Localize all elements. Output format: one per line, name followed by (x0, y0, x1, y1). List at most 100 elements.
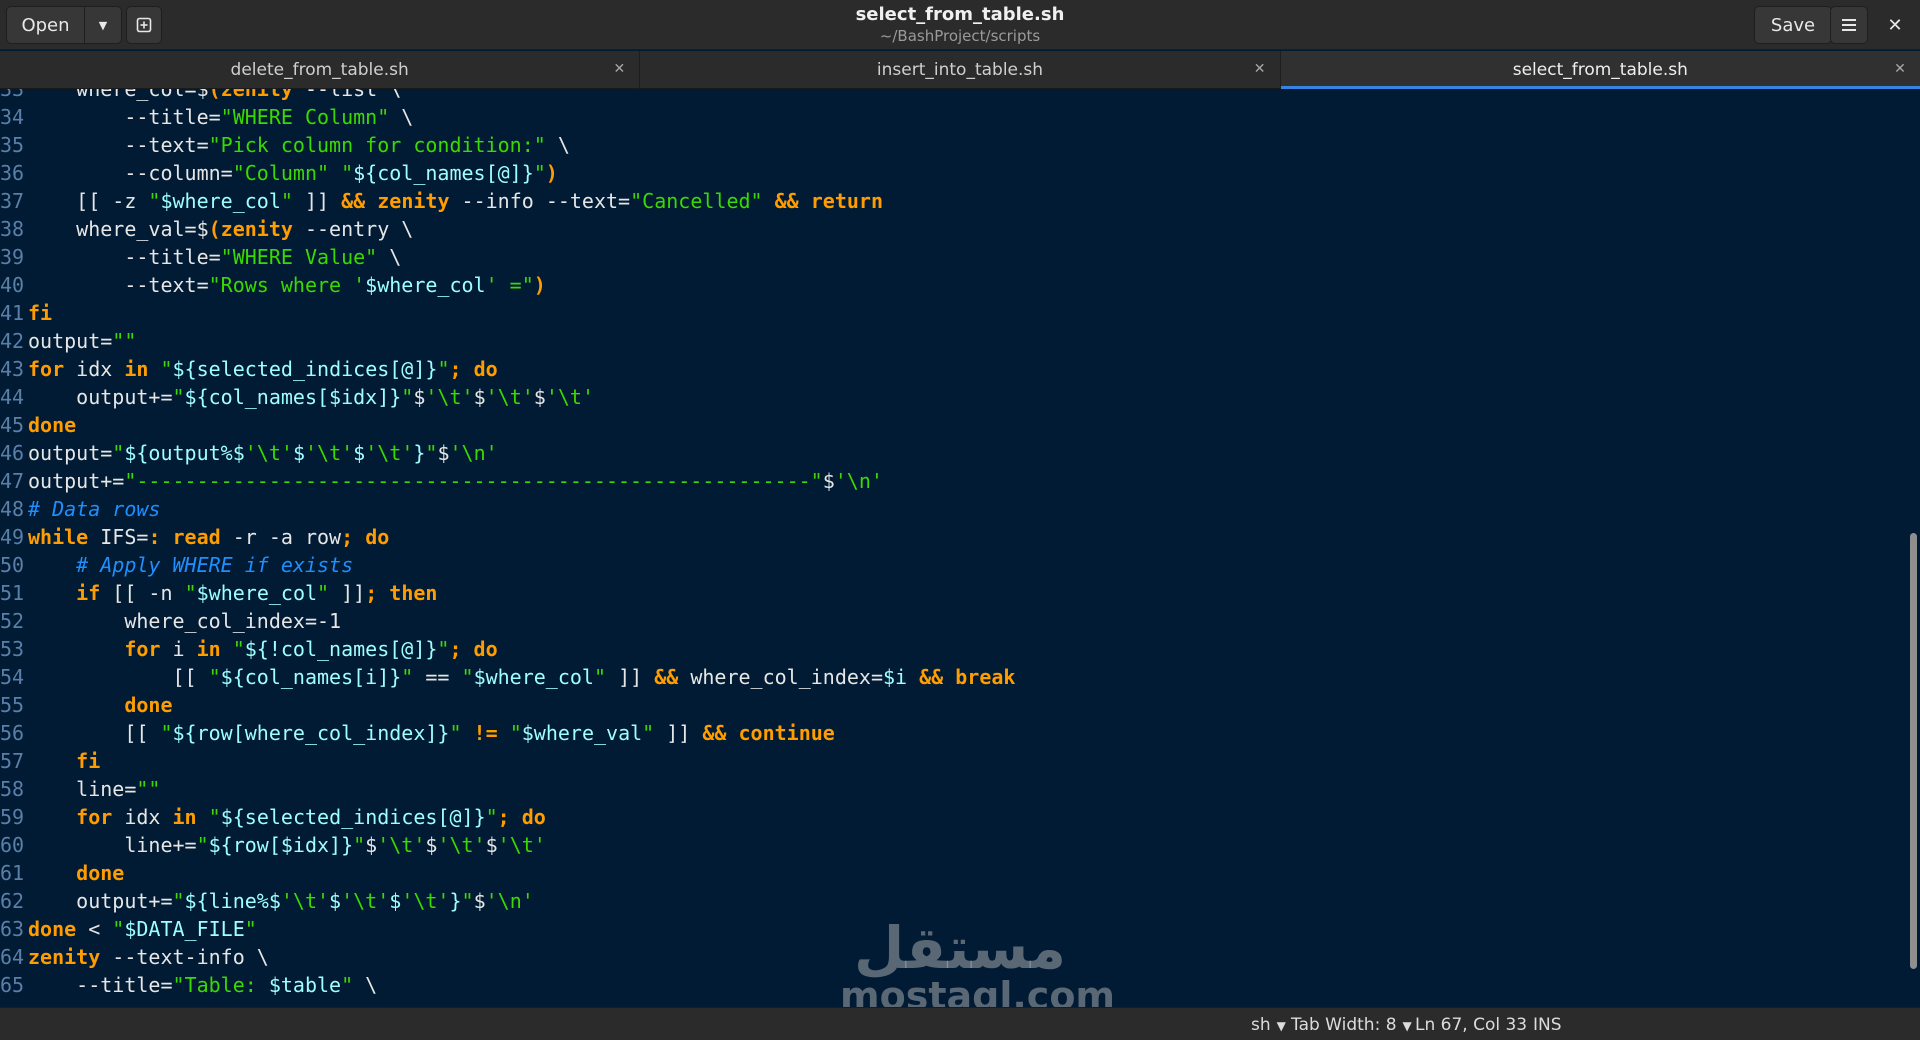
line-number: 64 (0, 945, 25, 969)
line-number: 37 (0, 189, 25, 213)
language-label: sh (1251, 1015, 1271, 1035)
code-area[interactable]: 33 where_col=$(zenity --list \ 34 --title… (0, 89, 1906, 999)
line-code: if [[ -n "$where_col" ]]; then (76, 581, 438, 605)
tab-label: delete_from_table.sh (230, 60, 409, 80)
code-line[interactable]: 57 fi (0, 747, 1906, 775)
code-line[interactable]: 61 done (0, 859, 1906, 887)
line-number: 47 (0, 469, 25, 493)
tab-width-label: Tab Width: 8 (1291, 1015, 1397, 1035)
watermark-arabic: مستقل (853, 914, 1067, 982)
line-code: fi (28, 301, 53, 325)
code-editor[interactable]: 33 where_col=$(zenity --list \ 34 --title… (0, 89, 1906, 1007)
line-code: [[ -z "$where_col" ]] && zenity --info -… (28, 189, 883, 213)
line-number: 65 (0, 973, 25, 997)
line-code: for idx in "${selected_indices[@]}"; do (76, 805, 546, 829)
insert-mode-indicator: INS (1533, 1015, 1562, 1035)
status-bar: sh ▼ Tab Width: 8 ▼ Ln 67, Col 33 INS (0, 1007, 1920, 1040)
line-code: for i in "${!col_names[@]}"; do (124, 637, 498, 661)
line-number: 60 (0, 833, 25, 857)
tab-insert-into-table-sh[interactable]: insert_into_table.sh ✕ (640, 51, 1281, 89)
code-line[interactable]: 49 while IFS=: read -r -a row; do (0, 523, 1906, 551)
line-code: output="" (28, 329, 137, 353)
line-number: 48 (0, 497, 25, 521)
code-line[interactable]: 55 done (0, 691, 1906, 719)
chevron-down-icon: ▼ (1402, 1019, 1412, 1033)
chevron-down-icon: ▼ (1276, 1019, 1286, 1033)
code-line[interactable]: 46 output="${output%$'\t'$'\t'$'\t'}"$'\n… (0, 439, 1906, 467)
code-line[interactable]: 44 output+="${col_names[$idx]}"$'\t'$'\t… (0, 383, 1906, 411)
code-line[interactable]: 45 done (0, 411, 1906, 439)
scrollbar-thumb[interactable] (1910, 533, 1917, 969)
cursor-position[interactable]: Ln 67, Col 33 (1415, 1015, 1527, 1035)
window-subtitle: ~/BashProject/scripts (879, 27, 1041, 45)
code-line[interactable]: 39 --title="WHERE Value" \ (0, 243, 1906, 271)
line-code: [[ "${row[where_col_index]}" != "$where_… (28, 721, 835, 745)
code-line[interactable]: 40 --text="Rows where '$where_col' =") (0, 271, 1906, 299)
close-tab-icon[interactable]: ✕ (611, 61, 627, 77)
line-number: 44 (0, 385, 25, 409)
line-number: 50 (0, 553, 25, 577)
tab-width-selector[interactable]: Tab Width: 8 ▼ (1291, 1015, 1412, 1035)
main-menu-button[interactable] (1830, 6, 1868, 44)
line-number: 34 (0, 105, 25, 129)
code-line[interactable]: 43 for idx in "${selected_indices[@]}"; d… (0, 355, 1906, 383)
line-number: 46 (0, 441, 25, 465)
line-code: fi (76, 749, 101, 773)
tab-label: insert_into_table.sh (876, 60, 1044, 80)
code-line[interactable]: 36 --column="Column" "${col_names[@]}") (0, 159, 1906, 187)
code-line[interactable]: 34 --title="WHERE Column" \ (0, 103, 1906, 131)
tab-label: select_from_table.sh (1512, 60, 1688, 80)
window-title: select_from_table.sh (855, 4, 1065, 25)
line-code: while IFS=: read -r -a row; do (28, 525, 390, 549)
line-number: 43 (0, 357, 25, 381)
code-line[interactable]: 48 # Data rows (0, 495, 1906, 523)
line-number: 42 (0, 329, 25, 353)
code-line[interactable]: 62 output+="${line%$'\t'$'\t'$'\t'}"$'\n… (0, 887, 1906, 915)
line-number: 56 (0, 721, 25, 745)
code-line[interactable]: 60 line+="${row[$idx]}"$'\t'$'\t'$'\t' (0, 831, 1906, 859)
code-line[interactable]: 47 output+="-----------------------------… (0, 467, 1906, 495)
language-selector[interactable]: sh ▼ (1251, 1015, 1286, 1035)
code-line[interactable]: 51 if [[ -n "$where_col" ]]; then (0, 579, 1906, 607)
code-line[interactable]: 53 for i in "${!col_names[@]}"; do (0, 635, 1906, 663)
line-code: where_val=$(zenity --entry \ (28, 217, 414, 241)
line-code: line="" (28, 777, 161, 801)
line-code: output="${output%$'\t'$'\t'$'\t'}"$'\n' (28, 441, 498, 465)
code-line[interactable]: 33 where_col=$(zenity --list \ (0, 89, 1906, 103)
close-icon: ✕ (1887, 14, 1903, 36)
hamburger-icon (1842, 19, 1856, 31)
tab-delete-from-table-sh[interactable]: delete_from_table.sh ✕ (0, 51, 641, 89)
line-number: 55 (0, 693, 25, 717)
close-window-button[interactable]: ✕ (1878, 8, 1912, 42)
line-code: output+="${col_names[$idx]}"$'\t'$'\t'$'… (28, 385, 594, 409)
tab-select-from-table-sh[interactable]: select_from_table.sh ✕ (1280, 51, 1920, 89)
code-line[interactable]: 42 output="" (0, 327, 1906, 355)
line-number: 52 (0, 609, 25, 633)
close-tab-icon[interactable]: ✕ (1252, 61, 1268, 77)
code-line[interactable]: 50 # Apply WHERE if exists (0, 551, 1906, 579)
line-code: --title="WHERE Column" \ (28, 105, 414, 129)
line-number: 62 (0, 889, 25, 913)
code-line[interactable]: 38 where_val=$(zenity --entry \ (0, 215, 1906, 243)
line-number: 40 (0, 273, 25, 297)
code-line[interactable]: 41 fi (0, 299, 1906, 327)
code-line[interactable]: 35 --text="Pick column for condition:" \ (0, 131, 1906, 159)
code-line[interactable]: 37 [[ -z "$where_col" ]] && zenity --inf… (0, 187, 1906, 215)
code-line[interactable]: 59 for idx in "${selected_indices[@]}"; … (0, 803, 1906, 831)
line-number: 41 (0, 301, 25, 325)
close-tab-icon[interactable]: ✕ (1892, 61, 1908, 77)
line-number: 36 (0, 161, 25, 185)
code-line[interactable]: 56 [[ "${row[where_col_index]}" != "$whe… (0, 719, 1906, 747)
line-code: zenity --text-info \ (28, 945, 269, 969)
line-number: 45 (0, 413, 25, 437)
save-button[interactable]: Save (1754, 6, 1832, 44)
line-code: --text="Rows where '$where_col' =") (28, 273, 546, 297)
watermark-logo: مستقل mostaql.com (840, 914, 1115, 1016)
code-line[interactable]: 52 where_col_index=-1 (0, 607, 1906, 635)
line-number: 35 (0, 133, 25, 157)
vertical-scrollbar[interactable] (1906, 89, 1920, 1007)
code-line[interactable]: 58 line="" (0, 775, 1906, 803)
line-code: done (124, 693, 173, 717)
code-line[interactable]: 54 [[ "${col_names[i]}" == "$where_col" … (0, 663, 1906, 691)
line-number: 53 (0, 637, 25, 661)
